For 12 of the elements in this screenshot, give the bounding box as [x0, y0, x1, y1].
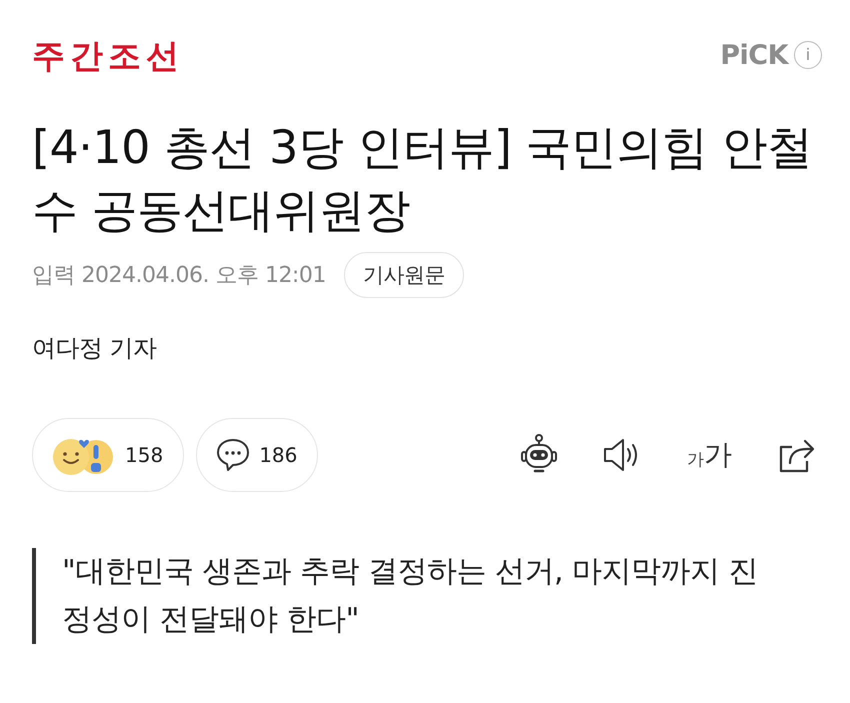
- speech-bubble-icon: [215, 437, 252, 473]
- publisher-logo[interactable]: 주간조선: [32, 38, 184, 72]
- reaction-button[interactable]: 158: [32, 418, 184, 492]
- publish-date: 입력 2024.04.06. 오후 12:01: [32, 262, 326, 290]
- share-icon[interactable]: [778, 437, 816, 473]
- pick-label: PiCK: [720, 42, 788, 68]
- reporter-name: 여다정 기자: [32, 334, 158, 362]
- article-title: [4·10 총선 3당 인터뷰] 국민의힘 안철 수 공동선대위원장: [32, 119, 814, 239]
- comment-button[interactable]: 186: [196, 418, 318, 492]
- original-article-button[interactable]: 기사원문: [344, 252, 464, 298]
- pull-quote: "대한민국 생존과 추락 결정하는 선거, 마지막까지 진 정성이 전달돼야 한다": [32, 548, 818, 644]
- font-size-button[interactable]: 가가: [687, 441, 732, 469]
